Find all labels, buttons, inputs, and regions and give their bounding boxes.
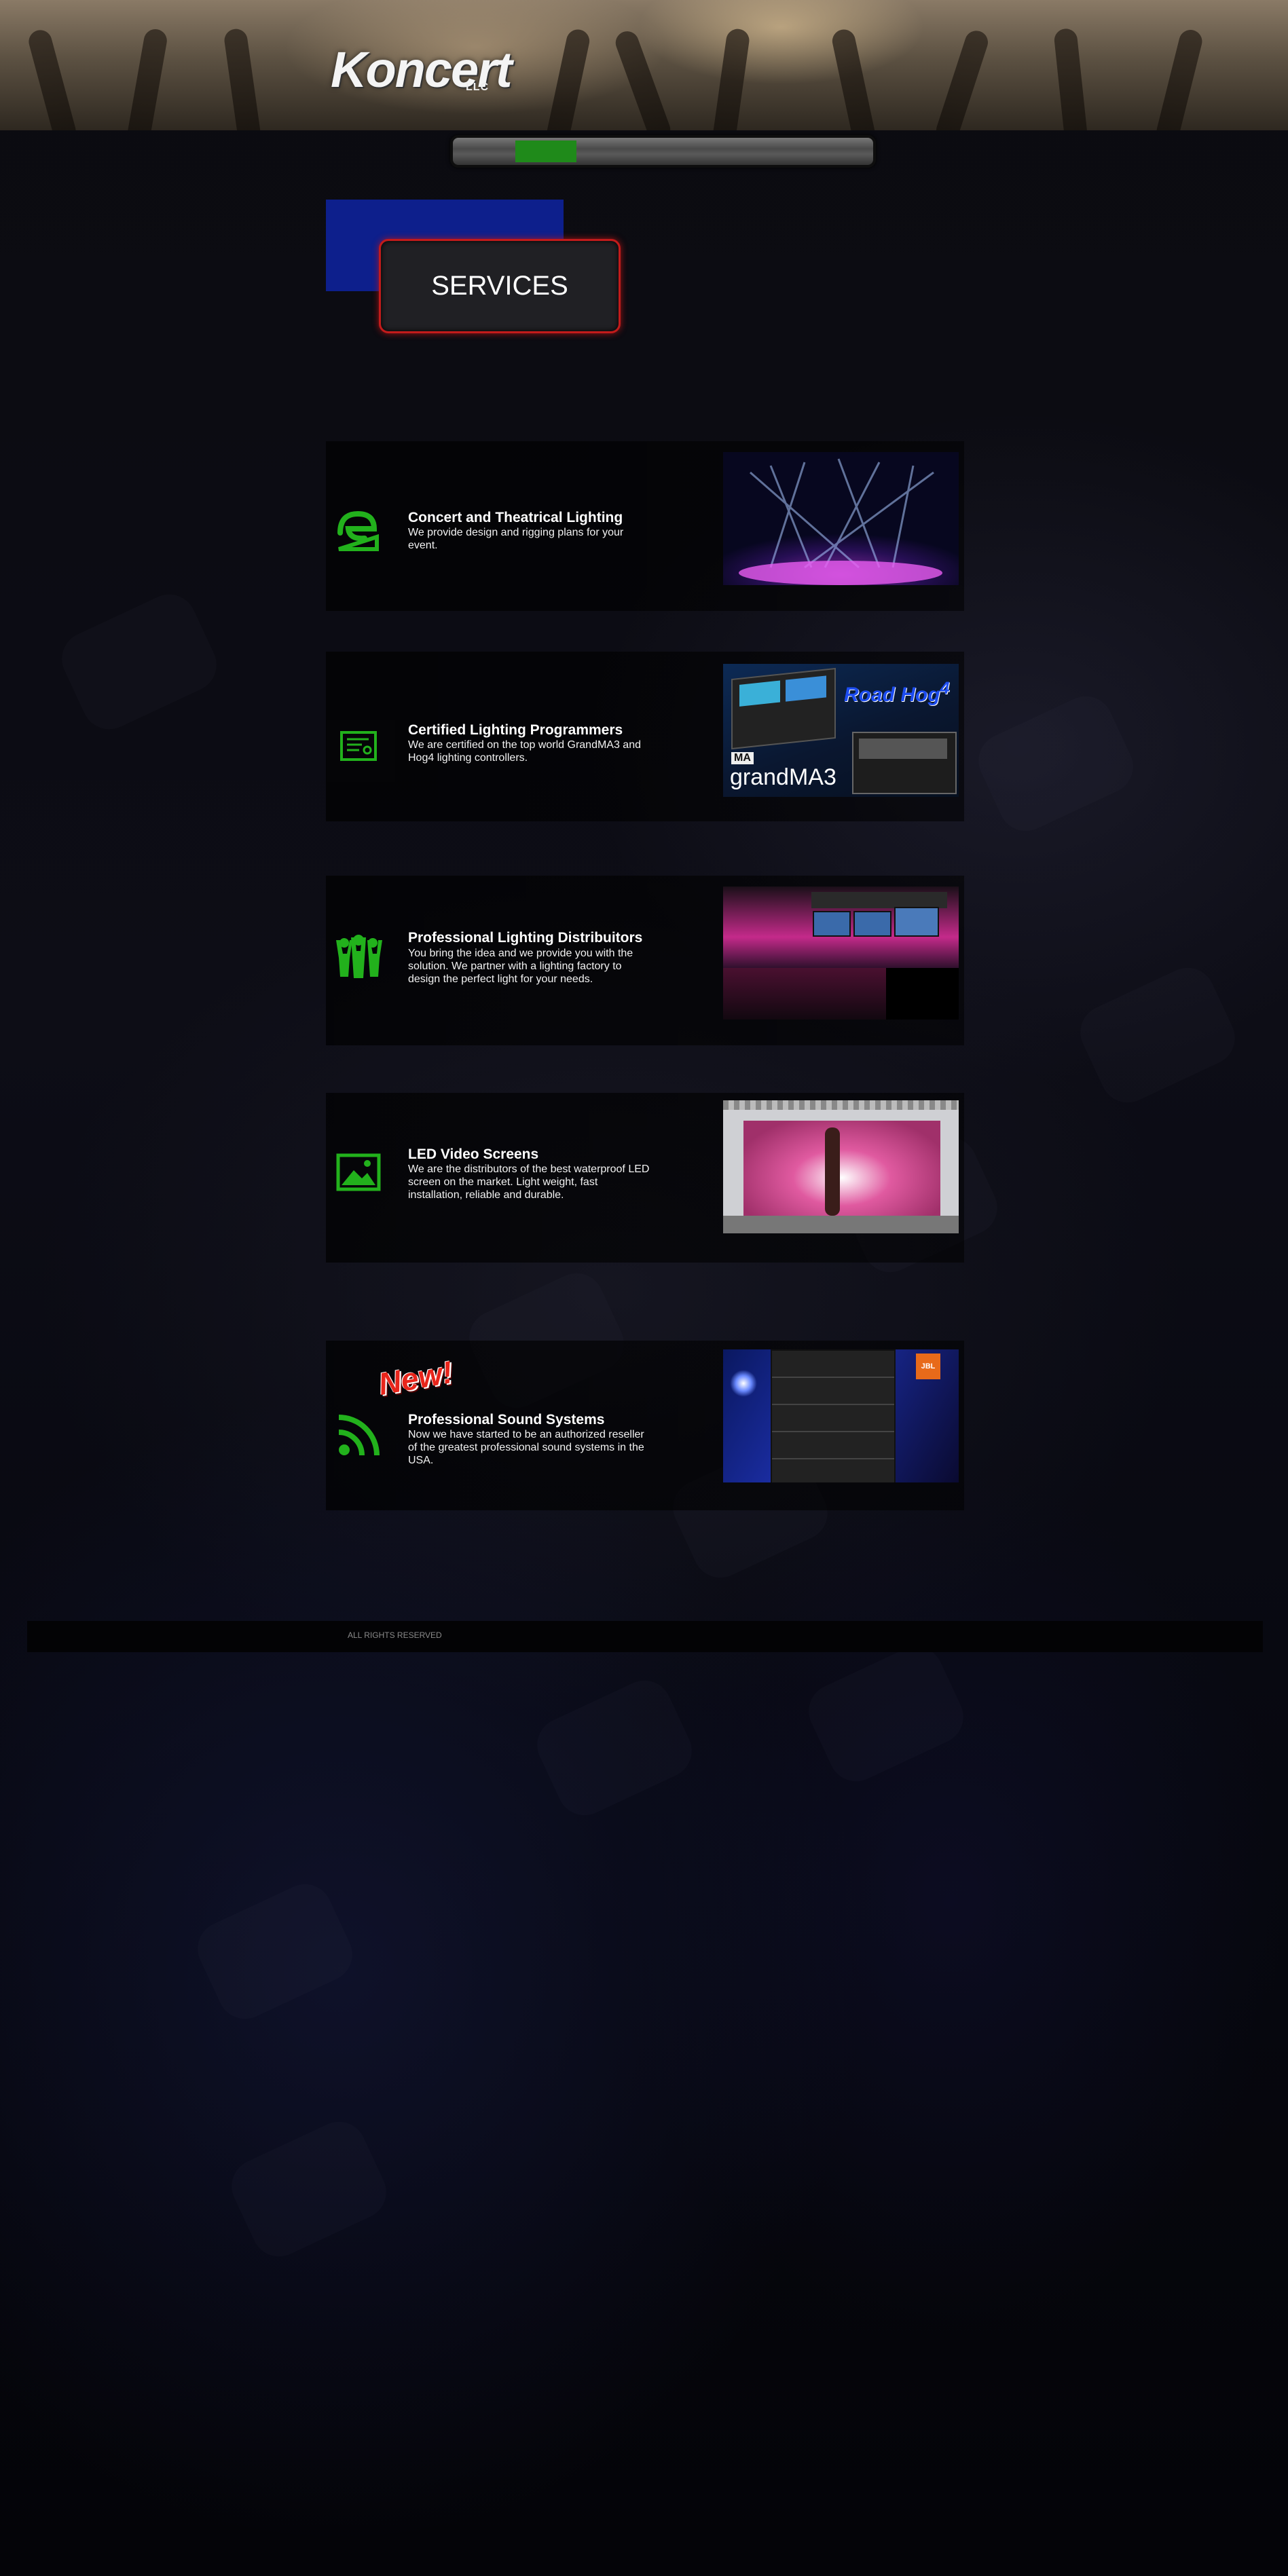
led-screen-photo bbox=[723, 1100, 959, 1233]
service-title: Professional Lighting Distribuitors bbox=[408, 930, 643, 946]
photo-tv bbox=[853, 911, 891, 937]
bar-lighting-photo bbox=[723, 886, 959, 1020]
background-key-shape bbox=[189, 1875, 361, 2028]
nav-item-3[interactable] bbox=[578, 141, 636, 162]
service-title: LED Video Screens bbox=[408, 1146, 539, 1162]
service-description: You bring the idea and we provide you wi… bbox=[408, 948, 633, 985]
lighting-consoles-photo: Road Hog4 MA grandMA3 bbox=[723, 664, 959, 797]
crowd-arm bbox=[126, 27, 169, 130]
background-key-shape bbox=[223, 2112, 395, 2266]
console-screen bbox=[786, 675, 826, 702]
team-icon bbox=[336, 935, 382, 978]
crowd-arm bbox=[612, 28, 674, 130]
ma-logo: MA bbox=[731, 752, 754, 764]
crowd-arm bbox=[712, 27, 751, 130]
background-key-shape bbox=[800, 1637, 972, 1791]
service-title: Concert and Theatrical Lighting bbox=[408, 510, 623, 525]
footer-copyright: ALL RIGHTS RESERVED bbox=[348, 1630, 442, 1640]
crowd-arm bbox=[1154, 27, 1205, 130]
sound-system-photo: JBL bbox=[723, 1349, 959, 1482]
service-description: We are certified on the top world GrandM… bbox=[408, 739, 641, 764]
service-description: Now we have started to be an authorized … bbox=[408, 1429, 644, 1466]
photo-shadow bbox=[886, 968, 959, 1020]
certificate-icon bbox=[340, 731, 377, 761]
jbl-logo: JBL bbox=[916, 1354, 940, 1379]
console-grandma bbox=[852, 732, 957, 794]
photo-line-array bbox=[771, 1349, 896, 1482]
photo-tv bbox=[894, 907, 939, 937]
service-description: We provide design and rigging plans for … bbox=[408, 527, 624, 551]
crowd-arm bbox=[26, 27, 79, 130]
service-description: We are the distributors of the best wate… bbox=[408, 1163, 650, 1201]
background-key-shape bbox=[970, 687, 1142, 840]
nav-item-4[interactable] bbox=[638, 141, 696, 162]
nav-item-5[interactable] bbox=[697, 141, 756, 162]
background-key-shape bbox=[528, 1671, 701, 1825]
service-title: Professional Sound Systems bbox=[408, 1412, 605, 1427]
crowd-arm bbox=[223, 27, 262, 130]
photo-truss bbox=[723, 1100, 959, 1110]
photo-ceiling bbox=[811, 892, 947, 908]
photo-light bbox=[730, 1370, 757, 1397]
image-icon bbox=[336, 1153, 381, 1191]
road-hog-logo: Road Hog4 bbox=[844, 679, 950, 706]
nav-item-active[interactable] bbox=[515, 141, 576, 162]
brand-logo-suffix: LLC bbox=[466, 81, 490, 93]
crowd-arm bbox=[545, 27, 592, 130]
rss-icon bbox=[338, 1415, 380, 1456]
grandma-logo: grandMA3 bbox=[730, 764, 836, 790]
crowd-arm bbox=[830, 27, 877, 130]
background-key-shape bbox=[53, 585, 225, 739]
photo-performer bbox=[825, 1127, 840, 1216]
services-heading-button[interactable]: SERVICES bbox=[379, 239, 621, 333]
nav-item-1[interactable] bbox=[456, 141, 514, 162]
nav-item-6[interactable] bbox=[757, 141, 866, 162]
service-title: Certified Lighting Programmers bbox=[408, 722, 623, 738]
header-banner: Koncert LLC bbox=[0, 0, 1288, 130]
page-background bbox=[0, 0, 1288, 2576]
main-nav-bar bbox=[450, 135, 876, 168]
console-screen bbox=[739, 680, 780, 707]
console-screen bbox=[859, 739, 947, 759]
photo-led-wall bbox=[743, 1121, 940, 1216]
background-key-shape bbox=[1071, 958, 1244, 1112]
footer-bar bbox=[27, 1621, 1263, 1652]
console-hog bbox=[731, 667, 836, 750]
ruler-pencil-icon bbox=[337, 510, 379, 551]
crowd-arm bbox=[933, 27, 991, 130]
stage-lighting-photo bbox=[723, 452, 959, 585]
photo-tv bbox=[813, 911, 851, 937]
photo-stage-floor bbox=[723, 1216, 959, 1233]
stage-beams-graphic bbox=[723, 452, 959, 585]
services-heading-label: SERVICES bbox=[431, 271, 568, 301]
crowd-arm bbox=[1053, 27, 1088, 130]
